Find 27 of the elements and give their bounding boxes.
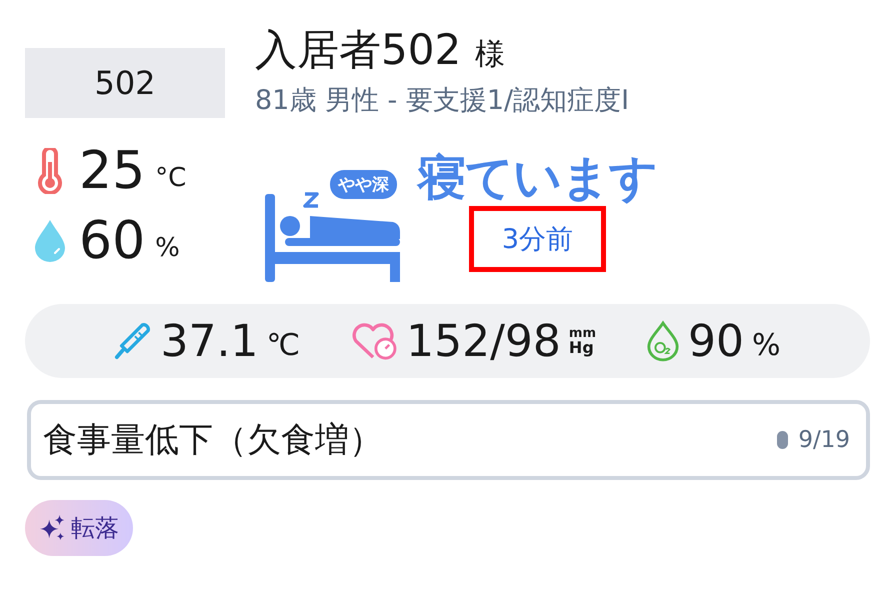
room-number: 502 bbox=[25, 48, 225, 118]
reading-value: 25 bbox=[79, 141, 146, 201]
heart-gauge-icon bbox=[350, 321, 398, 361]
unit-label: % bbox=[155, 233, 180, 263]
unit-label: % bbox=[752, 328, 781, 362]
oxygen-drop-icon bbox=[646, 320, 680, 362]
vital-value: 90 bbox=[688, 316, 744, 366]
resident-name: 入居者502 bbox=[255, 24, 462, 76]
note-text: 食事量低下（欠食増） bbox=[43, 419, 383, 462]
note-date: 9/19 bbox=[798, 427, 850, 453]
water-drop-icon bbox=[35, 220, 65, 262]
unit-label: Hg bbox=[568, 340, 595, 356]
resident-details: 81歳 男性 - 要支援1/認知症度I bbox=[255, 84, 630, 118]
unit-label: °C bbox=[155, 163, 186, 193]
elapsed-time: 3分前 bbox=[468, 206, 606, 272]
note-card[interactable]: 食事量低下（欠食増） 9/19 bbox=[27, 400, 870, 480]
thermometer-icon bbox=[114, 321, 152, 361]
reading-value: 60 bbox=[79, 211, 146, 271]
honorific: 様 bbox=[475, 36, 506, 74]
tag-label: 転落 bbox=[71, 513, 119, 544]
thermometer-icon bbox=[35, 148, 65, 194]
sleep-status: 寝ています bbox=[418, 149, 657, 208]
unit-label: ℃ bbox=[266, 328, 300, 362]
unit-label: mm bbox=[568, 326, 596, 340]
sleep-depth-badge: やや深 bbox=[330, 170, 397, 199]
vital-value: 37.1 bbox=[160, 316, 258, 366]
vital-value: 152/98 bbox=[406, 316, 561, 366]
